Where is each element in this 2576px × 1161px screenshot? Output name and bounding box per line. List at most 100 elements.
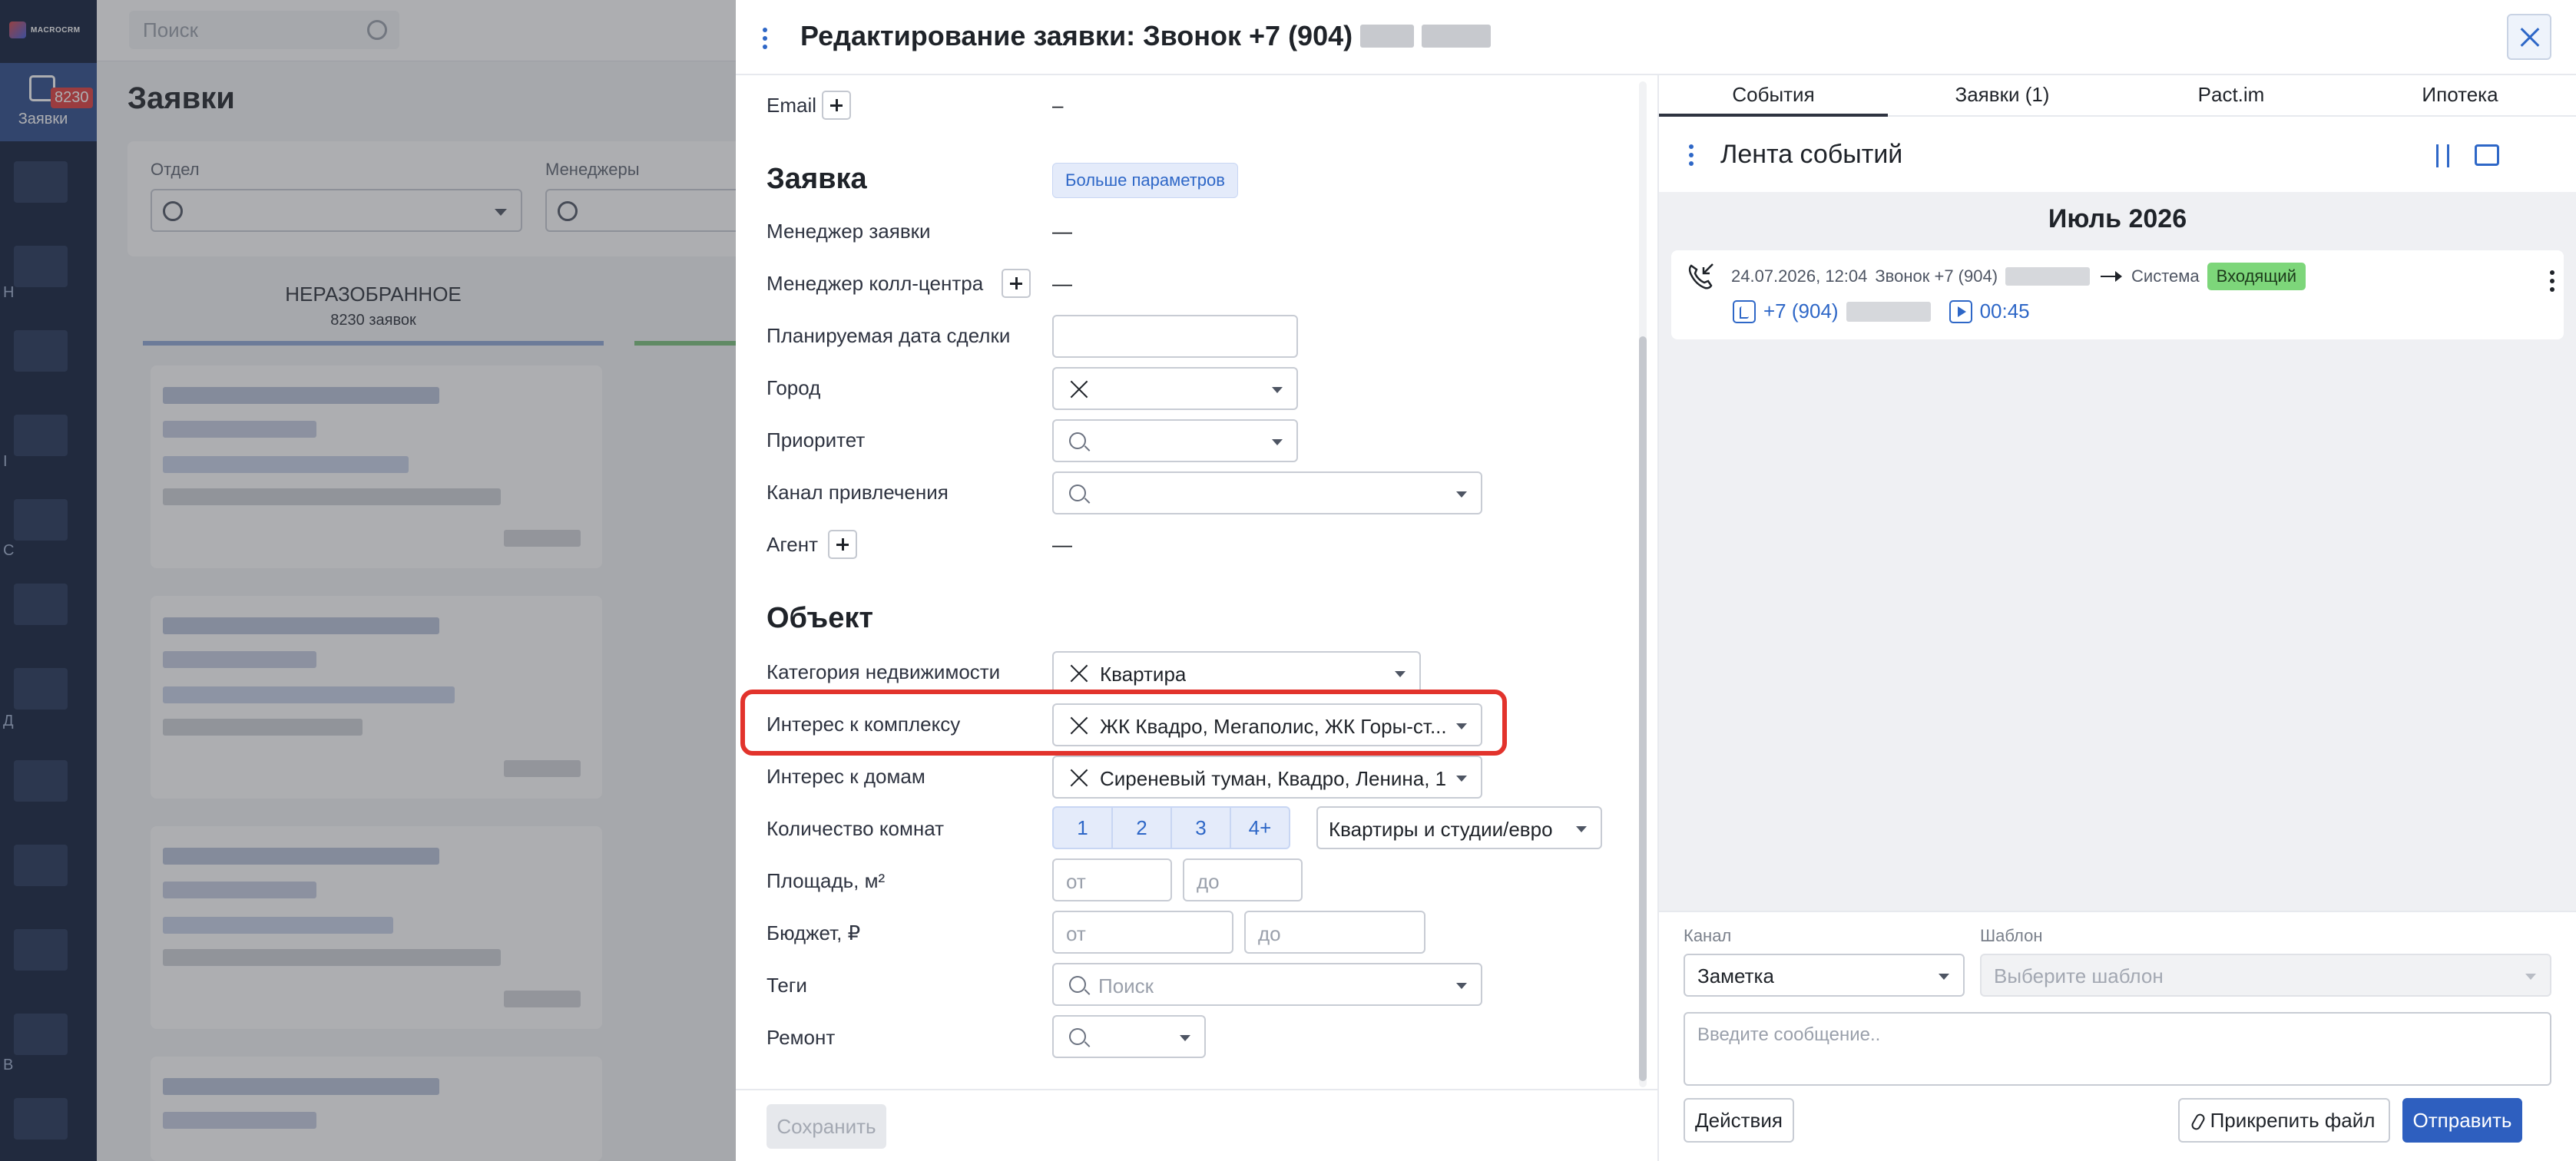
phone-icon [1733,299,1756,323]
houses-interest-select[interactable]: Сиреневый туман, Квадро, Ленина, 1... [1052,756,1482,799]
paperclip-icon [2189,1112,2207,1132]
message-composer: Канал Шаблон Заметка Выберите шаблон Вве… [1659,911,2576,1161]
rooms-option-3[interactable]: 3 [1170,806,1231,849]
play-icon[interactable] [1949,299,1972,323]
template-select[interactable]: Выберите шаблон [1980,954,2551,997]
callcenter-manager-value: — [1052,272,1072,295]
request-form: Email – Заявка Больше параметров Менедже… [736,75,1657,1089]
deal-date-label: Планируемая дата сделки [767,324,1011,347]
incoming-badge: Входящий [2207,263,2306,290]
chevron-down-icon [1395,671,1406,677]
deal-date-input[interactable] [1052,315,1298,358]
event-meta: 24.07.2026, 12:04 Звонок +7 (904) Систем… [1731,263,2306,290]
search-icon [1069,432,1086,449]
chevron-down-icon [1939,974,1949,980]
area-from-placeholder: от [1066,870,1086,893]
priority-label: Приоритет [767,428,866,452]
clear-icon[interactable] [1069,379,1089,399]
send-button[interactable]: Отправить [2402,1098,2522,1143]
add-callcenter-manager-button[interactable] [1002,269,1031,298]
section-title-object: Объект [767,602,873,634]
close-icon[interactable] [2507,14,2551,60]
panel-title: Редактирование заявки: Звонок +7 (904) [800,20,1492,52]
rooms-option-2[interactable]: 2 [1111,806,1172,849]
property-category-value: Квартира [1100,663,1187,686]
agent-value: — [1052,533,1072,556]
chevron-down-icon [1456,983,1467,989]
event-target: Система [2131,266,2200,286]
search-icon [1069,1028,1086,1045]
manager-value: — [1052,220,1072,243]
redacted-phone [1360,25,1415,48]
priority-select[interactable] [1052,419,1298,462]
search-icon [1069,976,1086,993]
panel-title-text: Редактирование заявки: Звонок +7 (904) [800,20,1353,51]
area-from-input[interactable]: от [1052,858,1172,901]
repair-select[interactable] [1052,1015,1206,1058]
panel-header: Редактирование заявки: Звонок +7 (904) [736,0,2576,75]
tab-pactim[interactable]: Pact.im [2117,83,2346,107]
sort-icon[interactable] [2430,143,2456,169]
arrow-right-icon [2101,271,2123,282]
redacted-phone [1846,301,1931,322]
tab-requests[interactable]: Заявки (1) [1888,83,2117,107]
highlight-outline [740,690,1507,756]
rooms-option-4plus[interactable]: 4+ [1230,806,1290,849]
feed-header: Лента событий [1659,117,2576,192]
more-params-button[interactable]: Больше параметров [1052,163,1238,198]
search-icon [1069,485,1086,501]
manager-label: Менеджер заявки [767,220,931,243]
budget-to-input[interactable]: до [1244,911,1425,954]
rooms-type-select[interactable]: Квартиры и студии/евро [1316,806,1602,849]
add-agent-button[interactable] [828,530,857,559]
more-options-icon[interactable] [762,28,768,53]
comment-icon[interactable] [2475,144,2499,166]
message-textarea[interactable]: Введите сообщение.. [1684,1012,2551,1086]
event-options-icon[interactable] [2550,270,2554,296]
form-scrollbar-thumb[interactable] [1639,336,1647,1081]
chevron-down-icon [1272,387,1283,393]
actions-button[interactable]: Действия [1684,1098,1794,1143]
feed-options-icon[interactable] [1688,144,1694,170]
feed-title: Лента событий [1720,140,1903,169]
call-duration[interactable]: 00:45 [1980,299,2030,323]
email-label: Email [767,94,817,117]
channel-select[interactable]: Заметка [1684,954,1965,997]
chevron-down-icon [1456,491,1467,498]
event-phone-link[interactable]: +7 (904) [1763,299,1839,323]
rooms-type-value: Квартиры и студии/евро [1329,818,1553,841]
email-value: – [1052,94,1064,117]
event-details: +7 (904) 00:45 [1733,299,2030,323]
chevron-down-icon [1180,1035,1190,1041]
channel-value: Заметка [1697,964,1774,987]
edit-request-panel: Редактирование заявки: Звонок +7 (904) E… [736,0,2576,1161]
channel-label: Канал [1684,926,1732,945]
clear-icon[interactable] [1069,663,1089,683]
houses-interest-value: Сиреневый туман, Квадро, Ленина, 1... [1100,767,1445,790]
chevron-down-icon [1272,439,1283,445]
city-select[interactable] [1052,367,1298,410]
property-category-select[interactable]: Квартира [1052,651,1421,694]
clear-icon[interactable] [1069,768,1089,788]
tags-placeholder: Поиск [1098,974,1154,997]
budget-from-input[interactable]: от [1052,911,1233,954]
acquisition-channel-label: Канал привлечения [767,481,949,504]
area-to-input[interactable]: до [1183,858,1303,901]
rooms-option-1[interactable]: 1 [1052,806,1113,849]
month-heading: Июль 2026 [2048,204,2187,233]
event-card[interactable]: 24.07.2026, 12:04 Звонок +7 (904) Систем… [1671,250,2564,339]
repair-label: Ремонт [767,1026,836,1049]
attach-file-button[interactable]: Прикрепить файл [2178,1098,2390,1143]
tags-select[interactable]: Поиск [1052,963,1482,1006]
template-placeholder: Выберите шаблон [1994,964,2164,987]
add-email-button[interactable] [822,91,851,120]
events-tabs: События Заявки (1) Pact.im Ипотека [1659,75,2576,117]
form-footer: Сохранить [736,1089,1657,1161]
save-button[interactable]: Сохранить [767,1104,886,1149]
acquisition-channel-select[interactable] [1052,471,1482,514]
tab-events[interactable]: События [1659,83,1888,107]
event-call-text: Звонок +7 (904) [1875,266,1998,286]
tab-mortgage[interactable]: Ипотека [2346,83,2574,107]
incoming-call-icon [1688,263,1713,289]
callcenter-manager-label: Менеджер колл-центра [767,272,984,295]
